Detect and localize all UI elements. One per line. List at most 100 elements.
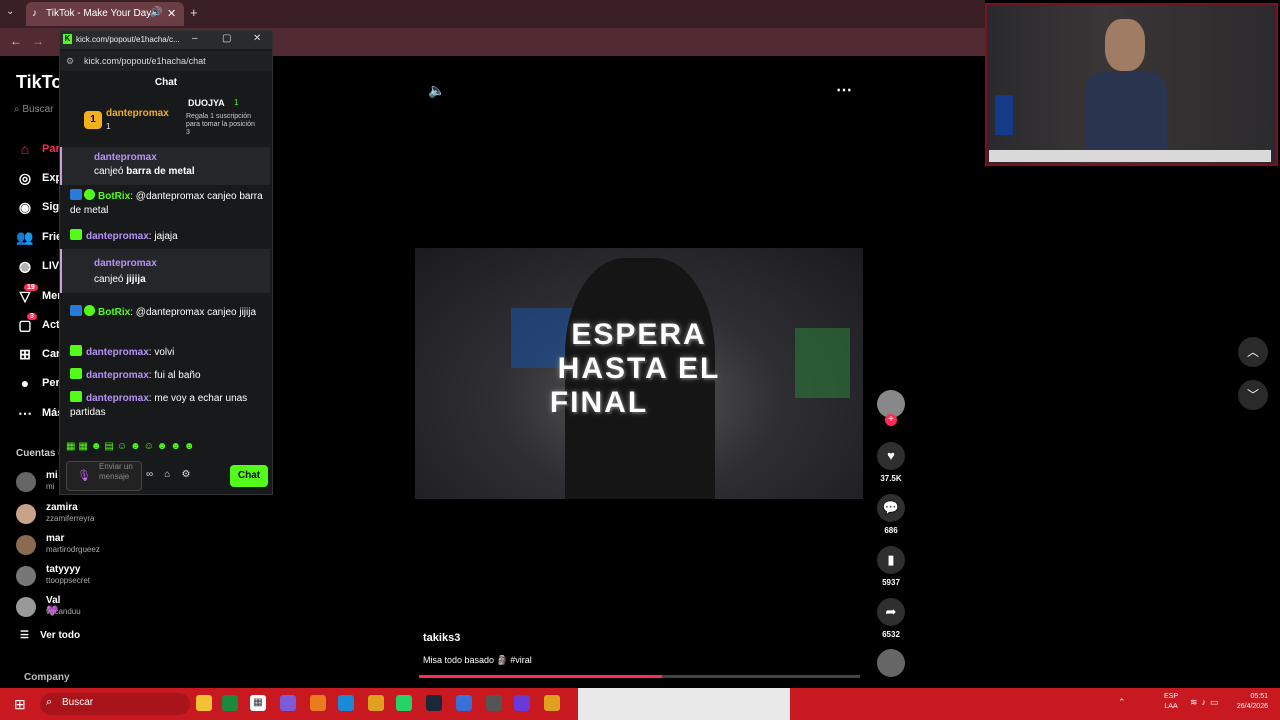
comment-count: 686 bbox=[884, 526, 898, 535]
like-button[interactable]: ♥ 37.5K bbox=[876, 442, 906, 483]
leaderboard-third-prompt: Regala 1 suscripción para tomar la posic… bbox=[186, 113, 255, 136]
chat-input[interactable]: 🎙 Enviar un mensaje bbox=[66, 461, 142, 491]
leaderboard-first-count: 1 bbox=[106, 122, 111, 131]
blender-icon[interactable] bbox=[310, 695, 326, 711]
comment-icon: 💬 bbox=[877, 494, 905, 522]
tab-list-chevron-icon[interactable]: ⌄ bbox=[6, 6, 14, 17]
forward-icon[interactable]: → bbox=[32, 34, 44, 48]
store-app-icon[interactable]: ▦ bbox=[250, 695, 266, 711]
gift-leaderboard: 1 dantepromax 1 DUOJYA 1 Regala 1 suscri… bbox=[60, 93, 272, 145]
avatar bbox=[16, 566, 36, 586]
leaderboard-second-count: 1 bbox=[234, 98, 239, 107]
save-button[interactable]: ▮ 5937 bbox=[876, 546, 906, 587]
edge-icon[interactable] bbox=[338, 695, 354, 711]
search-input[interactable]: ⌕ Buscar bbox=[14, 104, 64, 126]
redeem-user: dantepromax bbox=[94, 258, 157, 269]
back-icon[interactable]: ← bbox=[10, 34, 22, 48]
bookmark-icon: ▮ bbox=[877, 546, 905, 574]
account-username: vgcanduu bbox=[46, 607, 81, 616]
chrome-icon[interactable] bbox=[368, 695, 384, 711]
clock[interactable]: 05:51 26/4/2026 bbox=[1226, 692, 1268, 712]
video-caption-line: ESPERA bbox=[571, 318, 707, 351]
share-count: 6532 bbox=[882, 630, 900, 639]
more-options-icon[interactable]: ⋯ bbox=[836, 80, 852, 100]
store-icon[interactable]: ⌂ bbox=[164, 469, 170, 480]
browser-tab[interactable]: ♪ TikTok - Make Your Day 🔊 ✕ bbox=[26, 2, 184, 26]
taskbar-search[interactable]: ⌕ Buscar bbox=[40, 693, 190, 715]
comment-button[interactable]: 💬 686 bbox=[876, 494, 906, 535]
steam-icon[interactable] bbox=[426, 695, 442, 711]
close-icon[interactable]: ✕ bbox=[253, 33, 261, 44]
popout-url: kick.com/popout/e1hacha/chat bbox=[84, 56, 206, 66]
app-icon[interactable] bbox=[456, 695, 472, 711]
previous-video-button[interactable]: ︿ bbox=[1238, 337, 1268, 367]
chevron-down-icon: ﹀ bbox=[1246, 388, 1259, 402]
maximize-icon[interactable]: ▢ bbox=[222, 33, 231, 44]
points-icon[interactable]: ∞ bbox=[146, 469, 153, 480]
windows-taskbar: ⊞ ⌕ Buscar ▦ ⌃ ESP LAA ≋♪▭ 05:51 26/4/2026 bbox=[0, 688, 1280, 720]
home-icon: ⌂ bbox=[20, 141, 30, 157]
popout-url-bar[interactable]: ⚙ kick.com/popout/e1hacha/chat bbox=[60, 51, 272, 71]
kick-chat-popout: K kick.com/popout/e1hacha/c... – ▢ ✕ ⚙ k… bbox=[59, 30, 273, 495]
popout-title-bar: K kick.com/popout/e1hacha/c... – ▢ ✕ bbox=[60, 31, 272, 49]
chat-message: dantepromax: volvi bbox=[70, 345, 266, 360]
sound-avatar[interactable] bbox=[877, 649, 905, 677]
friends-icon: 👥 bbox=[16, 229, 34, 245]
sub-badge-icon bbox=[70, 345, 82, 356]
volume-icon[interactable]: 🔈 bbox=[428, 82, 445, 99]
windows-start-icon[interactable]: ⊞ bbox=[14, 696, 26, 713]
video-caption-line: FINAL bbox=[549, 386, 649, 419]
share-button[interactable]: ➦ 6532 bbox=[876, 598, 906, 639]
app-icon[interactable] bbox=[486, 695, 502, 711]
search-icon: ⌕ bbox=[46, 696, 53, 708]
video-author[interactable]: takiks3 bbox=[423, 632, 460, 644]
xbox-icon[interactable] bbox=[222, 695, 238, 711]
account-name: zamira bbox=[46, 502, 78, 513]
minimize-icon[interactable]: – bbox=[192, 33, 198, 44]
taskbar-wallpaper-image bbox=[578, 688, 790, 720]
leaderboard-second-user[interactable]: DUOJYA bbox=[188, 98, 225, 108]
chrome-icon[interactable] bbox=[544, 695, 560, 711]
tiktok-icon: ♪ bbox=[32, 8, 37, 19]
tray-overflow-icon[interactable]: ⌃ bbox=[1118, 697, 1132, 708]
tab-close-icon[interactable]: ✕ bbox=[167, 7, 176, 20]
language-indicator[interactable]: ESP LAA bbox=[1164, 692, 1178, 712]
file-explorer-icon[interactable] bbox=[196, 695, 212, 711]
app-icon[interactable] bbox=[280, 695, 296, 711]
tab-title: TikTok - Make Your Day bbox=[46, 8, 152, 19]
site-settings-icon[interactable]: ⚙ bbox=[66, 56, 74, 67]
webcam-person-body bbox=[1085, 71, 1167, 151]
leaderboard-first-user[interactable]: dantepromax bbox=[106, 108, 169, 119]
tab-audio-icon[interactable]: 🔊 bbox=[150, 7, 162, 18]
webcam-jersey bbox=[995, 95, 1013, 135]
video-progress-bar[interactable] bbox=[419, 675, 860, 678]
video-player[interactable]: ESPERA HASTA EL FINAL bbox=[415, 248, 863, 499]
emote-quick-bar[interactable]: ▦▦☻▤☺☻☺☻☻☻ bbox=[66, 441, 266, 457]
account-username: zzamiferreyra bbox=[46, 514, 95, 523]
chat-redeem: dantepromax canjeó barra de metal bbox=[60, 147, 270, 185]
account-name: mar bbox=[46, 533, 65, 544]
chat-send-button[interactable]: Chat bbox=[230, 465, 268, 487]
list-icon: ☰ bbox=[20, 630, 32, 641]
share-icon: ➦ bbox=[877, 598, 905, 626]
taskbar-search-label: Buscar bbox=[62, 697, 94, 708]
account-username: martirodrgueez bbox=[46, 545, 100, 554]
webcam-overlay bbox=[985, 3, 1278, 166]
following-icon: ◉ bbox=[18, 199, 32, 215]
microphone-icon[interactable]: 🎙 bbox=[77, 469, 91, 482]
rank-badge: 1 bbox=[84, 111, 102, 129]
upload-icon: ⊞ bbox=[19, 346, 31, 362]
chat-message: dantepromax: jajaja bbox=[70, 229, 266, 244]
obs-icon[interactable] bbox=[514, 695, 530, 711]
account-username: mi bbox=[46, 482, 55, 491]
next-video-button[interactable]: ﹀ bbox=[1238, 380, 1268, 410]
whatsapp-icon[interactable] bbox=[396, 695, 412, 711]
bot-badge-icon bbox=[70, 305, 82, 316]
gear-icon[interactable]: ⚙ bbox=[181, 469, 190, 480]
new-tab-button[interactable]: + bbox=[190, 5, 198, 20]
company-link[interactable]: Company bbox=[24, 672, 70, 683]
follow-plus-icon[interactable]: + bbox=[885, 414, 897, 426]
avatar bbox=[16, 597, 36, 617]
wifi-volume-battery-icons[interactable]: ≋♪▭ bbox=[1190, 697, 1223, 708]
see-all-link[interactable]: ☰ Ver todo bbox=[20, 630, 80, 641]
